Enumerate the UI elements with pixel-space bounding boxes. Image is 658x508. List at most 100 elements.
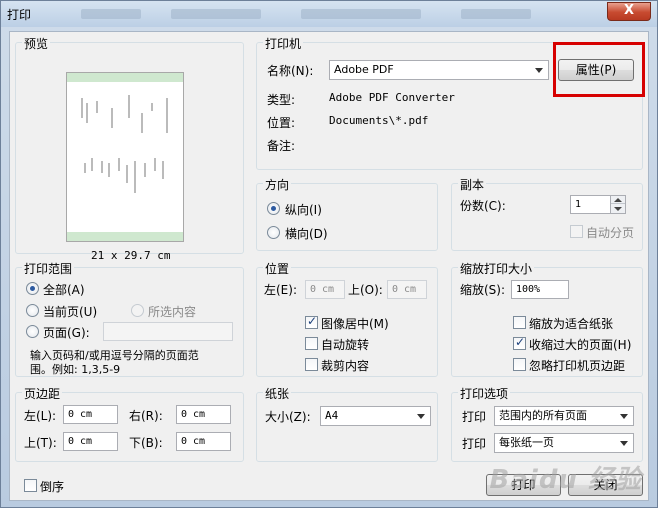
baidu-watermark-logo: Baidu 经验 [489, 465, 642, 495]
portrait-radio[interactable] [267, 202, 280, 215]
properties-highlight-box [553, 42, 645, 97]
chevron-down-icon [617, 436, 631, 450]
chevron-down-icon [532, 63, 546, 77]
range-hint-line2: 围。例如: 1,3,5-9 [30, 363, 121, 376]
print-option-label-1: 打印 [462, 410, 487, 424]
ignore-margins-checkbox[interactable] [513, 358, 526, 371]
range-pages-radio[interactable] [26, 325, 39, 338]
chevron-down-icon [414, 409, 428, 423]
range-current-page-radio[interactable] [26, 304, 39, 317]
copies-spinner[interactable] [610, 195, 626, 214]
center-image-label[interactable]: 图像居中(M) [321, 315, 389, 332]
print-options-group: 打印选项 打印 范围内的所有页面 打印 每张纸一页 [451, 385, 643, 462]
print-pages-select[interactable]: 范围内的所有页面 [494, 406, 634, 426]
center-image-checkbox[interactable] [305, 314, 318, 329]
position-top-input[interactable]: 0 cm [387, 280, 427, 299]
collate-label: 自动分页 [586, 226, 635, 240]
printer-location-label: 位置: [267, 116, 296, 130]
range-pages-input[interactable] [103, 322, 233, 341]
paper-size-label: 大小(Z): [265, 410, 311, 424]
landscape-label[interactable]: 横向(D) [285, 225, 328, 242]
margin-bottom-label: 下(B): [129, 436, 163, 450]
range-pages-label[interactable]: 页面(G): [43, 324, 90, 341]
printer-name-value: Adobe PDF [334, 63, 394, 76]
range-current-page-label[interactable]: 当前页(U) [43, 303, 97, 320]
scale-input[interactable]: 100% [511, 280, 569, 299]
position-left-input[interactable]: 0 cm [305, 280, 345, 299]
margins-title: 页边距 [22, 385, 63, 402]
copies-title: 副本 [458, 176, 487, 193]
crop-content-label[interactable]: 裁剪内容 [321, 357, 369, 374]
print-pages-value: 范围内的所有页面 [499, 409, 587, 422]
landscape-radio[interactable] [267, 226, 280, 239]
printer-name-select[interactable]: Adobe PDF [329, 60, 549, 80]
margin-left-input[interactable]: 0 cm [63, 405, 118, 424]
print-options-title: 打印选项 [458, 385, 511, 402]
auto-rotate-checkbox[interactable] [305, 337, 318, 350]
copies-group: 副本 份数(C): 1 自动分页 [451, 176, 643, 251]
orientation-group: 方向 纵向(I) 横向(D) [256, 176, 438, 251]
close-icon: X [623, 3, 635, 18]
copies-count-input[interactable]: 1 [570, 195, 612, 214]
printer-title: 打印机 [263, 35, 304, 52]
printer-type-value: Adobe PDF Converter [329, 91, 455, 104]
position-group: 位置 左(E): 0 cm 上(O): 0 cm 图像居中(M) 自动旋转 裁剪… [256, 260, 438, 377]
preview-title: 预览 [22, 35, 51, 52]
crop-content-checkbox[interactable] [305, 358, 318, 371]
ignore-margins-label[interactable]: 忽略打印机页边距 [529, 357, 625, 374]
print-range-group: 打印范围 全部(A) 当前页(U) 所选内容 页面(G): 输入页码和/或用逗号… [15, 260, 244, 377]
margin-top-label: 上(T): [24, 436, 57, 450]
collate-checkbox[interactable] [570, 225, 583, 238]
shrink-large-checkbox[interactable] [513, 335, 526, 350]
chevron-down-icon [617, 409, 631, 423]
title-decoration [81, 9, 141, 19]
title-decoration [461, 9, 531, 19]
window-title: 打印 [7, 8, 32, 22]
spin-down-icon[interactable] [611, 205, 625, 213]
scale-group: 缩放打印大小 缩放(S): 100% 缩放为适合纸张 收缩过大的页面(H) 忽略… [451, 260, 643, 377]
preview-page-image [66, 72, 184, 242]
reverse-order-label[interactable]: 倒序 [40, 478, 64, 495]
portrait-label[interactable]: 纵向(I) [285, 201, 322, 218]
print-range-title: 打印范围 [22, 260, 75, 277]
preview-content [81, 95, 168, 193]
margins-group: 页边距 左(L): 0 cm 右(R): 0 cm 上(T): 0 cm 下(B… [15, 385, 244, 462]
range-all-label[interactable]: 全部(A) [43, 281, 85, 298]
paper-size-value: A4 [325, 409, 339, 422]
reverse-order-checkbox[interactable] [24, 479, 37, 492]
fit-media-label[interactable]: 缩放为适合纸张 [529, 315, 613, 332]
fit-media-checkbox[interactable] [513, 316, 526, 329]
shrink-large-label[interactable]: 收缩过大的页面(H) [529, 336, 631, 353]
paper-size-select[interactable]: A4 [320, 406, 431, 426]
position-title: 位置 [263, 260, 292, 277]
printer-type-label: 类型: [267, 93, 296, 107]
printer-name-label: 名称(N): [267, 64, 314, 78]
title-bar[interactable]: 打印 X [1, 1, 657, 27]
scale-label: 缩放(S): [460, 283, 506, 297]
margin-bottom-input[interactable]: 0 cm [176, 432, 231, 451]
spin-up-icon[interactable] [611, 196, 625, 204]
margin-right-input[interactable]: 0 cm [176, 405, 231, 424]
position-top-label: 上(O): [348, 283, 383, 297]
print-option-label-2: 打印 [462, 437, 487, 451]
range-all-radio[interactable] [26, 282, 39, 295]
pages-per-sheet-select[interactable]: 每张纸一页 [494, 433, 634, 453]
title-decoration [171, 9, 261, 19]
printer-comment-label: 备注: [267, 139, 296, 153]
pages-per-sheet-value: 每张纸一页 [499, 436, 554, 449]
title-decoration [301, 9, 421, 19]
printer-location-value: Documents\*.pdf [329, 114, 429, 127]
range-selection-radio[interactable] [131, 304, 144, 317]
scale-title: 缩放打印大小 [458, 260, 535, 277]
range-selection-label: 所选内容 [148, 305, 197, 319]
close-window-button[interactable]: X [607, 2, 651, 21]
orientation-title: 方向 [263, 176, 292, 193]
preview-group: 预览 21 x 29.7 cm [15, 35, 244, 262]
position-left-label: 左(E): [264, 283, 297, 297]
copies-count-label: 份数(C): [460, 199, 506, 213]
margin-top-input[interactable]: 0 cm [63, 432, 118, 451]
dialog-body: 预览 21 x 29.7 cm 打印机 名称(N): Adobe PDF 属性(… [9, 31, 649, 501]
preview-page-size: 21 x 29.7 cm [91, 249, 171, 262]
paper-group: 纸张 大小(Z): A4 [256, 385, 438, 462]
auto-rotate-label[interactable]: 自动旋转 [321, 336, 369, 353]
